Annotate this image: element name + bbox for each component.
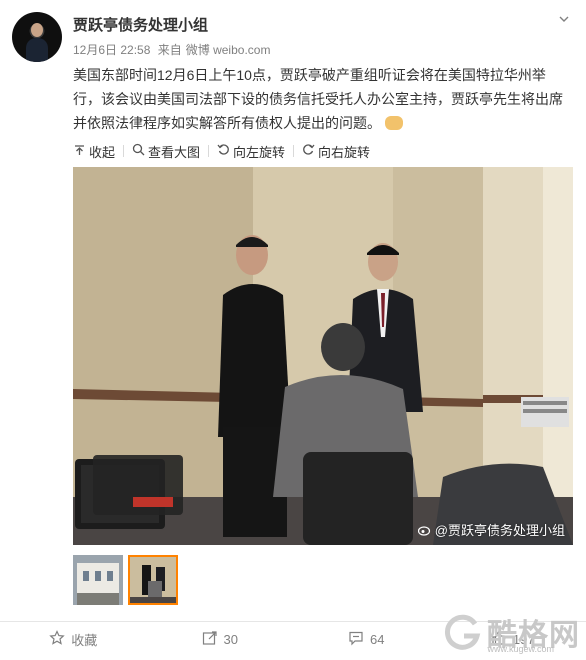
collapse-icon xyxy=(73,143,86,159)
site-watermark-logo: 酷格网 www.kugew.com xyxy=(443,610,580,654)
view-large-label: 查看大图 xyxy=(148,142,200,161)
site-logo-url: www.kugew.com xyxy=(487,644,554,654)
comment-count: 64 xyxy=(370,632,384,647)
avatar[interactable] xyxy=(12,12,62,62)
rotate-left-icon xyxy=(217,143,230,159)
favorite-button[interactable]: 收藏 xyxy=(0,622,147,657)
view-large-button[interactable]: 查看大图 xyxy=(124,142,208,161)
post-meta: 12月6日 22:58 来自微博 weibo.com xyxy=(73,41,274,58)
post-date[interactable]: 12月6日 22:58 xyxy=(73,43,150,57)
rotate-right-label: 向右旋转 xyxy=(318,142,370,161)
thumbnail-2[interactable] xyxy=(128,555,178,605)
repost-icon xyxy=(202,630,218,649)
author-name[interactable]: 贾跃亭债务处理小组 xyxy=(73,14,208,35)
post-text-body: 美国东部时间12月6日上午10点，贾跃亭破产重组听证会将在美国特拉华州举行，该会… xyxy=(73,67,563,131)
site-logo-icon xyxy=(443,612,483,652)
avatar-head xyxy=(31,23,43,37)
star-icon xyxy=(49,630,65,649)
watermark-text: @贾跃亭债务处理小组 xyxy=(435,520,565,539)
comment-icon xyxy=(348,630,364,649)
thumbnail-1[interactable] xyxy=(73,555,123,605)
photo-scene xyxy=(73,167,573,545)
repost-button[interactable]: 30 xyxy=(147,622,294,657)
collapse-button[interactable]: 收起 xyxy=(73,142,123,161)
zoom-icon xyxy=(132,143,145,159)
repost-count: 30 xyxy=(224,632,238,647)
source-prefix: 来自 xyxy=(158,43,182,57)
rotate-left-label: 向左旋转 xyxy=(233,142,285,161)
image-toolbar: 收起 查看大图 向左旋转 向右旋转 xyxy=(73,141,378,161)
comment-button[interactable]: 64 xyxy=(293,622,440,657)
handshake-emoji-icon xyxy=(385,116,403,130)
post-photo[interactable]: @贾跃亭债务处理小组 xyxy=(73,167,573,545)
post-source[interactable]: 微博 weibo.com xyxy=(186,43,271,57)
collapse-label: 收起 xyxy=(89,142,115,161)
rotate-right-button[interactable]: 向右旋转 xyxy=(294,142,378,161)
chevron-down-icon[interactable] xyxy=(557,12,571,26)
avatar-body xyxy=(26,38,48,62)
rotate-left-button[interactable]: 向左旋转 xyxy=(209,142,293,161)
favorite-label: 收藏 xyxy=(71,630,97,649)
thumbnail-strip xyxy=(73,555,178,605)
photo-watermark: @贾跃亭债务处理小组 xyxy=(418,520,565,539)
weibo-logo-icon xyxy=(418,524,432,536)
post-text: 美国东部时间12月6日上午10点，贾跃亭破产重组听证会将在美国特拉华州举行，该会… xyxy=(73,63,563,135)
rotate-right-icon xyxy=(302,143,315,159)
